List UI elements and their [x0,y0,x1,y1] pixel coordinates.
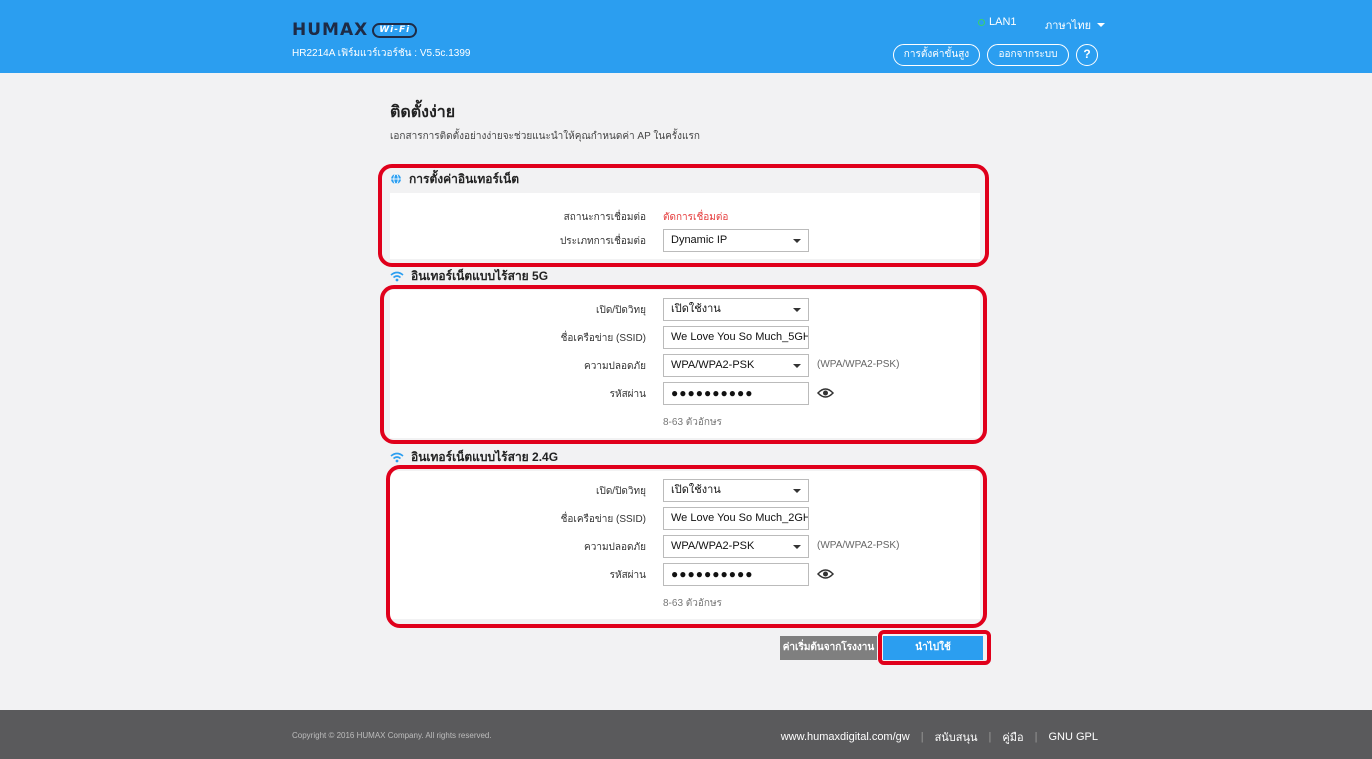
wifi5g-security-select[interactable]: WPA/WPA2-PSK [663,354,809,377]
wifi24g-password-hint: 8-63 ตัวอักษร [663,598,722,609]
internet-section-heading: การตั้งค่าอินเทอร์เน็ต [390,167,980,191]
wifi5g-password-row: รหัสผ่าน ●●●●●●●●●● [390,382,980,406]
chevron-down-icon [793,364,801,368]
wifi24g-panel: เปิด/ปิดวิทยุ เปิดใช้งาน ชื่อเครือข่าย (… [390,471,980,619]
connection-status-label: สถานะการเชื่อมต่อ [563,212,646,223]
wifi5g-panel: เปิด/ปิดวิทยุ เปิดใช้งาน ชื่อเครือข่าย (… [390,290,980,438]
brand-name: HUMAX [292,20,369,40]
copyright-text: Copyright © 2016 HUMAX Company. All righ… [292,731,492,740]
advanced-settings-button[interactable]: การตั้งค่าขั้นสูง [893,44,980,66]
wifi24g-ssid-input[interactable]: We Love You So Much_2GHz [663,507,809,530]
page-title: ติดตั้งง่าย [390,104,456,121]
wifi5g-ssid-input[interactable]: We Love You So Much_5GHz [663,326,809,349]
wifi5g-radio-row: เปิด/ปิดวิทยุ เปิดใช้งาน [390,298,980,322]
connection-status-value: ตัดการเชื่อมต่อ [663,212,729,223]
top-header: HUMAX Wi-Fi HR2214A เฟิร์มแวร์เวอร์ชัน :… [0,0,1372,73]
wifi-badge: Wi-Fi [372,22,418,38]
wifi24g-radio-select[interactable]: เปิดใช้งาน [663,479,809,502]
humax-logo: HUMAX Wi-Fi [292,20,418,40]
footer: Copyright © 2016 HUMAX Company. All righ… [0,710,1372,759]
wifi5g-password-input[interactable]: ●●●●●●●●●● [663,382,809,405]
wifi5g-radio-label: เปิด/ปิดวิทยุ [596,305,646,316]
connection-type-value: Dynamic IP [671,234,728,246]
chevron-down-icon [793,239,801,243]
language-selector[interactable]: ภาษาไทย [1045,16,1106,34]
wifi5g-section-heading: อินเทอร์เน็ตแบบไร้สาย 5G [390,264,980,288]
gpl-link[interactable]: GNU GPL [1048,731,1098,743]
wifi24g-security-value: WPA/WPA2-PSK [671,540,755,552]
footer-separator: | [920,731,924,743]
lan-status-dot-icon [978,18,985,26]
firmware-version: HR2214A เฟิร์มแวร์เวอร์ชัน : V5.5c.1399 [292,48,471,59]
eye-icon[interactable] [817,386,834,400]
wifi5g-radio-value: เปิดใช้งาน [671,303,721,315]
wifi5g-security-label: ความปลอดภัย [584,361,646,372]
apply-button[interactable]: นำไปใช้ [883,636,983,660]
website-link[interactable]: www.humaxdigital.com/gw [781,731,910,743]
wifi24g-security-note: (WPA/WPA2-PSK) [817,540,900,551]
logout-button[interactable]: ออกจากระบบ [987,44,1069,66]
wifi-icon [390,271,404,281]
wifi5g-ssid-label: ชื่อเครือข่าย (SSID) [560,333,646,344]
page-description: เอกสารการติดตั้งอย่างง่ายจะช่วยแนะนำให้ค… [390,131,700,142]
wifi5g-radio-select[interactable]: เปิดใช้งาน [663,298,809,321]
footer-separator: | [988,731,992,743]
chevron-down-icon [793,308,801,312]
wifi24g-security-label: ความปลอดภัย [584,542,646,553]
manual-link[interactable]: คู่มือ [1002,728,1023,746]
wifi24g-radio-row: เปิด/ปิดวิทยุ เปิดใช้งาน [390,479,980,503]
wifi24g-radio-label: เปิด/ปิดวิทยุ [596,486,646,497]
language-label: ภาษาไทย [1045,20,1092,32]
wifi24g-security-row: ความปลอดภัย WPA/WPA2-PSK (WPA/WPA2-PSK) [390,535,980,559]
footer-links: www.humaxdigital.com/gw | สนับสนุน | คู่… [781,728,1098,746]
internet-panel: สถานะการเชื่อมต่อ ตัดการเชื่อมต่อ ประเภท… [390,193,980,259]
lan-status: LAN1 [978,16,1017,28]
footer-separator: | [1034,731,1038,743]
connection-type-select[interactable]: Dynamic IP [663,229,809,252]
globe-icon [391,173,401,185]
help-button[interactable]: ? [1076,44,1098,66]
internet-heading-label: การตั้งค่าอินเทอร์เน็ต [409,171,520,186]
connection-status-row: สถานะการเชื่อมต่อ ตัดการเชื่อมต่อ [390,205,980,229]
wifi24g-hint-row: 8-63 ตัวอักษร [390,591,980,615]
chevron-down-icon [1097,23,1106,27]
eye-icon[interactable] [817,567,834,581]
support-link[interactable]: สนับสนุน [935,728,978,746]
wifi5g-security-value: WPA/WPA2-PSK [671,359,755,371]
wifi5g-password-label: รหัสผ่าน [609,389,646,400]
wifi24g-heading-label: อินเทอร์เน็ตแบบไร้สาย 2.4G [411,449,559,464]
wifi5g-heading-label: อินเทอร์เน็ตแบบไร้สาย 5G [411,268,549,283]
wifi24g-radio-value: เปิดใช้งาน [671,484,721,496]
wifi24g-security-select[interactable]: WPA/WPA2-PSK [663,535,809,558]
wifi5g-password-hint: 8-63 ตัวอักษร [663,417,722,428]
wifi5g-ssid-row: ชื่อเครือข่าย (SSID) We Love You So Much… [390,326,980,350]
wifi5g-security-note: (WPA/WPA2-PSK) [817,359,900,370]
wifi24g-password-label: รหัสผ่าน [609,570,646,581]
wifi24g-password-input[interactable]: ●●●●●●●●●● [663,563,809,586]
wifi5g-hint-row: 8-63 ตัวอักษร [390,410,980,434]
factory-reset-button[interactable]: ค่าเริ่มต้นจากโรงงาน [780,636,877,660]
connection-type-row: ประเภทการเชื่อมต่อ Dynamic IP [390,229,980,253]
chevron-down-icon [793,489,801,493]
wifi24g-password-row: รหัสผ่าน ●●●●●●●●●● [390,563,980,587]
wifi-icon [390,452,404,462]
connection-type-label: ประเภทการเชื่อมต่อ [559,236,646,247]
lan-label: LAN1 [989,16,1017,28]
wifi24g-ssid-row: ชื่อเครือข่าย (SSID) We Love You So Much… [390,507,980,531]
wifi24g-section-heading: อินเทอร์เน็ตแบบไร้สาย 2.4G [390,445,980,469]
wifi5g-security-row: ความปลอดภัย WPA/WPA2-PSK (WPA/WPA2-PSK) [390,354,980,378]
chevron-down-icon [793,545,801,549]
wifi24g-ssid-label: ชื่อเครือข่าย (SSID) [560,514,646,525]
